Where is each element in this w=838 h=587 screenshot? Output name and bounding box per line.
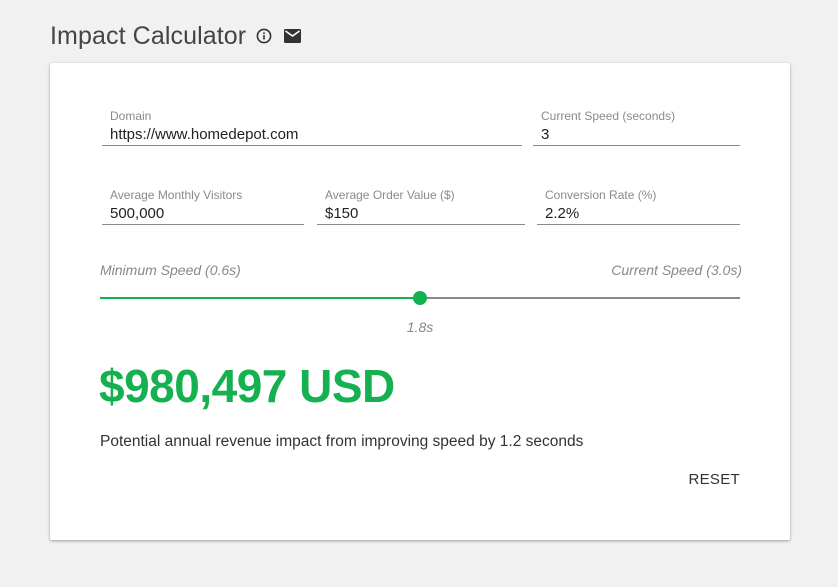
order-value-input[interactable] [325,205,517,222]
slider-value-label: 1.8s [406,319,434,335]
monthly-visitors-field: Average Monthly Visitors [102,188,304,225]
slider-fill [100,297,420,299]
domain-input[interactable] [110,126,514,143]
current-speed-range-label: Current Speed (3.0s) [611,262,742,278]
slider-thumb[interactable] [413,291,427,305]
order-value-field: Average Order Value ($) [317,188,525,225]
reset-button[interactable]: RESET [688,471,740,488]
info-icon[interactable] [256,28,272,44]
calculator-card: Domain Current Speed (seconds) Average M… [50,63,790,540]
minimum-speed-label: Minimum Speed (0.6s) [100,262,241,278]
order-value-label: Average Order Value ($) [325,188,455,202]
conversion-rate-field: Conversion Rate (%) [537,188,740,225]
page-title: Impact Calculator [50,21,247,50]
speed-slider[interactable] [100,291,740,305]
page-header: Impact Calculator [50,18,302,54]
mail-icon[interactable] [284,29,302,43]
conversion-rate-input[interactable] [545,205,732,222]
monthly-visitors-label: Average Monthly Visitors [110,188,243,202]
current-speed-field: Current Speed (seconds) [533,109,740,146]
conversion-rate-label: Conversion Rate (%) [545,188,657,202]
domain-label: Domain [110,109,152,123]
impact-description: Potential annual revenue impact from imp… [100,433,584,450]
impact-amount: $980,497 USD [99,360,395,412]
domain-field: Domain [102,109,522,146]
current-speed-label: Current Speed (seconds) [541,109,676,123]
current-speed-input[interactable] [541,126,732,143]
monthly-visitors-input[interactable] [110,205,296,222]
